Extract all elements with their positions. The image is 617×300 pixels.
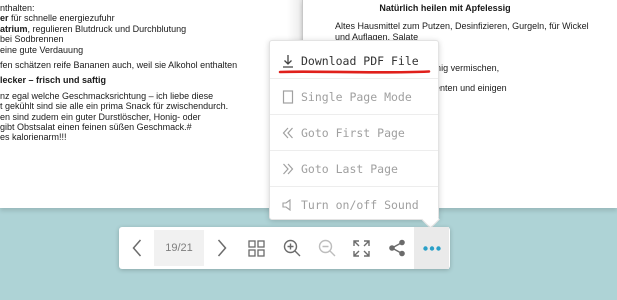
speaker-icon <box>281 197 295 213</box>
text-line: fen schätzen reife Bananen auch, weil si… <box>0 60 296 70</box>
bold-text: atrium <box>0 23 28 34</box>
text-line: gibt Obstsalat einen feinen süßen Geschm… <box>0 122 296 132</box>
more-options-menu: Download PDF File Single Page Mode Goto … <box>269 40 439 220</box>
thumbnails-button[interactable] <box>239 227 274 269</box>
plain-text: nz egal welche Geschmacksrichtung – ich … <box>0 90 214 101</box>
menu-item-label: Turn on/off Sound <box>301 198 419 212</box>
plain-text: es kalorienarm!!! <box>0 132 67 143</box>
text-line: en sind zudem ein guter Durstlöscher, Ho… <box>0 112 296 122</box>
fullscreen-button[interactable] <box>344 227 379 269</box>
viewer-toolbar: 19/21 <box>119 227 450 269</box>
menu-item-label: Single Page Mode <box>301 89 412 104</box>
plain-text: en sind zudem ein guter Durstlöscher, Ho… <box>0 111 201 122</box>
bold-text: lecker – frisch und saftig <box>0 75 107 86</box>
next-page-button[interactable] <box>204 227 239 269</box>
menu-item-single-page[interactable]: Single Page Mode <box>270 79 438 115</box>
menu-item-label: Goto Last Page <box>301 161 398 176</box>
grid-icon <box>248 239 265 257</box>
single-page-icon <box>281 89 295 105</box>
fullscreen-icon <box>353 239 370 257</box>
menu-item-last-page[interactable]: Goto Last Page <box>270 151 438 187</box>
zoom-in-icon <box>283 239 301 257</box>
double-chevron-right-icon <box>281 161 295 177</box>
download-icon <box>281 53 295 69</box>
text-line: eine gute Verdauung <box>0 45 296 55</box>
zoom-in-button[interactable] <box>274 227 309 269</box>
plain-text: , regulieren Blutdruck und Durchblutung <box>27 23 187 34</box>
plain-text: t gekühlt sind sie alle ein prima Snack … <box>0 101 229 112</box>
left-page-text: nthalten: er für schnelle energiezufuhr at… <box>0 3 296 143</box>
menu-item-sound[interactable]: Turn on/off Sound <box>270 187 438 223</box>
text-line: atrium, regulieren Blutdruck und Durchbl… <box>0 24 296 34</box>
text-line: nz egal welche Geschmacksrichtung – ich … <box>0 91 296 101</box>
zoom-out-icon <box>318 239 336 257</box>
text-line: er für schnelle energiezufuhr <box>0 13 296 23</box>
book-page-left: nthalten: er für schnelle energiezufuhr at… <box>0 0 302 208</box>
text-line: es kalorienarm!!! <box>0 132 296 142</box>
page-indicator[interactable]: 19/21 <box>154 230 204 266</box>
share-icon <box>388 239 406 257</box>
red-underline-annotation <box>278 70 431 74</box>
zoom-out-button[interactable] <box>309 227 344 269</box>
text-line: nthalten: <box>0 3 296 13</box>
plain-text: gibt Obstsalat einen feinen süßen Geschm… <box>0 122 192 133</box>
bold-text: er <box>0 13 9 24</box>
more-dots-icon <box>422 245 441 251</box>
plain-text: eine gute Verdauung <box>0 44 84 55</box>
plain-text: nthalten: <box>0 3 35 13</box>
menu-item-label: Download PDF File <box>301 53 419 68</box>
more-options-button[interactable] <box>414 227 449 269</box>
text-line: bei Sodbrennen <box>0 34 296 44</box>
text-line: t gekühlt sind sie alle ein prima Snack … <box>0 101 296 111</box>
menu-item-label: Goto First Page <box>301 125 405 140</box>
prev-page-button[interactable] <box>119 227 154 269</box>
menu-item-first-page[interactable]: Goto First Page <box>270 115 438 151</box>
plain-text: für schnelle energiezufuhr <box>8 13 115 24</box>
text-line: lecker – frisch und saftig <box>0 75 296 85</box>
plain-text: bei Sodbrennen <box>0 34 64 45</box>
chevron-right-icon <box>217 239 227 257</box>
share-button[interactable] <box>379 227 414 269</box>
right-page-title: Natürlich heilen mit Apfelessig <box>379 3 511 13</box>
plain-text: fen schätzen reife Bananen auch, weil si… <box>0 60 238 71</box>
double-chevron-left-icon <box>281 125 295 141</box>
text-line: Altes Hausmittel zum Putzen, Desinfizier… <box>335 21 589 32</box>
chevron-left-icon <box>132 239 142 257</box>
